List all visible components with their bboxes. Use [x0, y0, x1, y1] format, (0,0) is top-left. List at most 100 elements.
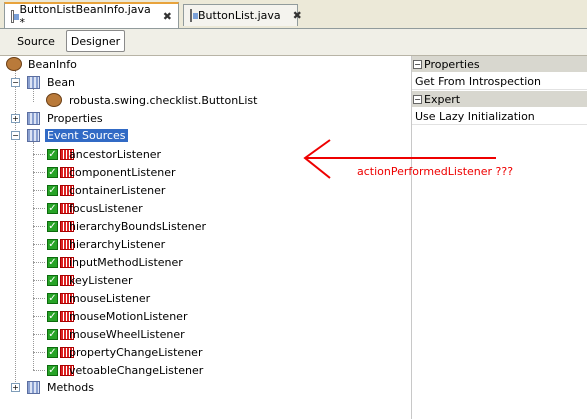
- tree-connector: [33, 225, 45, 227]
- tree-node-label: mouseWheelListener: [69, 327, 185, 341]
- checkbox-icon[interactable]: ✓: [47, 238, 58, 250]
- tree-node-listener[interactable]: ✓ ancestorListener: [33, 146, 161, 162]
- tree-node-listener[interactable]: ✓ hierarchyBoundsListener: [33, 218, 206, 234]
- tree-node-properties[interactable]: + Properties: [11, 110, 103, 126]
- property-row[interactable]: Get From Introspection: [412, 73, 587, 90]
- java-file-icon: [11, 9, 18, 23]
- tree-connector: [33, 351, 45, 353]
- tree-connector: [33, 171, 45, 173]
- tree-connector: [33, 261, 45, 263]
- collapse-icon[interactable]: −: [413, 59, 422, 69]
- tree-node-listener[interactable]: ✓ componentListener: [33, 164, 176, 180]
- tree-node-label: Bean: [47, 75, 76, 89]
- tree-node-label: hierarchyBoundsListener: [69, 219, 207, 233]
- tree-node-label: containerListener: [69, 183, 166, 197]
- tree-node-listener[interactable]: ✓ keyListener: [33, 272, 133, 288]
- tree-connector: [33, 315, 45, 317]
- expand-icon[interactable]: +: [11, 113, 20, 123]
- beaninfo-icon: [6, 57, 22, 71]
- collapse-icon[interactable]: −: [11, 130, 20, 140]
- tree-node-label: ancestorListener: [69, 147, 162, 161]
- checkbox-icon[interactable]: ✓: [47, 364, 58, 376]
- java-file-icon: [190, 9, 198, 22]
- checkbox-icon[interactable]: ✓: [47, 148, 58, 160]
- tree-connector: [33, 153, 45, 155]
- checkbox-icon[interactable]: ✓: [47, 256, 58, 268]
- tree-node-label: focusListener: [69, 201, 143, 215]
- tree-node-label: Event Sources: [45, 128, 128, 142]
- editor-tab-bar: ButtonListBeanInfo.java * ✖ ButtonList.j…: [0, 0, 587, 29]
- annotation-text: actionPerformedListener ???: [357, 165, 514, 178]
- tree-node-listener[interactable]: ✓ mouseWheelListener: [33, 326, 185, 342]
- bean-class-icon: [46, 93, 62, 107]
- tree-connector: [33, 297, 45, 299]
- node-icon: [27, 128, 40, 142]
- tab-label: ButtonListBeanInfo.java *: [19, 3, 151, 29]
- tree-node-label: mouseListener: [69, 291, 151, 305]
- tab-label: ButtonList.java: [198, 9, 281, 22]
- tree-node-listener[interactable]: ✓ vetoableChangeListener: [33, 362, 203, 378]
- close-icon[interactable]: ✖: [293, 9, 302, 22]
- tree-node-beaninfo[interactable]: BeanInfo: [6, 56, 77, 72]
- checkbox-icon[interactable]: ✓: [47, 292, 58, 304]
- tree-node-label: robusta.swing.checklist.ButtonList: [69, 93, 258, 107]
- tree-connector: [33, 279, 45, 281]
- tree-node-bean[interactable]: − Bean: [11, 74, 75, 90]
- group-label: Properties: [424, 57, 480, 71]
- tree-node-listener[interactable]: ✓ inputMethodListener: [33, 254, 183, 270]
- tree-node-listener[interactable]: ✓ focusListener: [33, 200, 143, 216]
- tree-node-label: hierarchyListener: [69, 237, 166, 251]
- view-toolbar: Source Designer: [0, 29, 587, 56]
- beaninfo-tree: BeanInfo − Bean robusta.swing.checklist.…: [0, 56, 412, 419]
- tree-node-listener[interactable]: ✓ propertyChangeListener: [33, 344, 202, 360]
- tree-node-label: componentListener: [69, 165, 176, 179]
- tree-node-bean-class[interactable]: robusta.swing.checklist.ButtonList: [46, 92, 257, 108]
- property-row[interactable]: Use Lazy Initialization: [412, 108, 587, 125]
- property-label: Use Lazy Initialization: [415, 109, 535, 123]
- tree-node-event-sources[interactable]: − Event Sources: [11, 127, 128, 143]
- tree-node-label: vetoableChangeListener: [69, 363, 204, 377]
- checkbox-icon[interactable]: ✓: [47, 166, 58, 178]
- expand-icon[interactable]: +: [11, 382, 20, 392]
- checkbox-icon[interactable]: ✓: [47, 274, 58, 286]
- tree-node-listener[interactable]: ✓ hierarchyListener: [33, 236, 165, 252]
- property-label: Get From Introspection: [415, 74, 541, 88]
- tree-connector: [33, 207, 45, 209]
- tree-node-label: keyListener: [69, 273, 133, 287]
- tree-node-label: Methods: [47, 380, 94, 394]
- tree-connector: [33, 243, 45, 245]
- close-icon[interactable]: ✖: [163, 10, 172, 23]
- property-group-header[interactable]: − Properties: [412, 56, 587, 72]
- collapse-icon[interactable]: −: [11, 77, 20, 87]
- tree-node-listener[interactable]: ✓ containerListener: [33, 182, 165, 198]
- tree-connector: [33, 88, 34, 102]
- tree-node-label: BeanInfo: [28, 57, 77, 71]
- node-icon: [27, 75, 40, 89]
- tree-node-listener[interactable]: ✓ mouseListener: [33, 290, 150, 306]
- property-group-header[interactable]: − Expert: [412, 91, 587, 107]
- tree-node-label: inputMethodListener: [69, 255, 183, 269]
- designer-button[interactable]: Designer: [66, 30, 125, 52]
- tree-node-methods[interactable]: + Methods: [11, 379, 94, 395]
- checkbox-icon[interactable]: ✓: [47, 310, 58, 322]
- tree-node-label: mouseMotionListener: [69, 309, 188, 323]
- checkbox-icon[interactable]: ✓: [47, 220, 58, 232]
- collapse-icon[interactable]: −: [413, 94, 422, 104]
- tree-connector: [33, 189, 45, 191]
- checkbox-icon[interactable]: ✓: [47, 202, 58, 214]
- property-sheet: − Properties Get From Introspection − Ex…: [412, 56, 587, 419]
- tree-connector: [33, 333, 45, 335]
- tree-node-label: Properties: [47, 111, 103, 125]
- tree-node-listener[interactable]: ✓ mouseMotionListener: [33, 308, 187, 324]
- group-label: Expert: [424, 92, 461, 106]
- tab-buttonlistbeaninfo[interactable]: ButtonListBeanInfo.java * ✖: [4, 2, 179, 29]
- source-button[interactable]: Source: [10, 30, 62, 52]
- node-icon: [27, 111, 40, 125]
- annotation-arrow: [303, 139, 496, 179]
- tab-buttonlist[interactable]: ButtonList.java ✖: [183, 4, 302, 26]
- node-icon: [27, 380, 40, 394]
- checkbox-icon[interactable]: ✓: [47, 346, 58, 358]
- checkbox-icon[interactable]: ✓: [47, 184, 58, 196]
- checkbox-icon[interactable]: ✓: [47, 328, 58, 340]
- tree-connector: [33, 369, 45, 371]
